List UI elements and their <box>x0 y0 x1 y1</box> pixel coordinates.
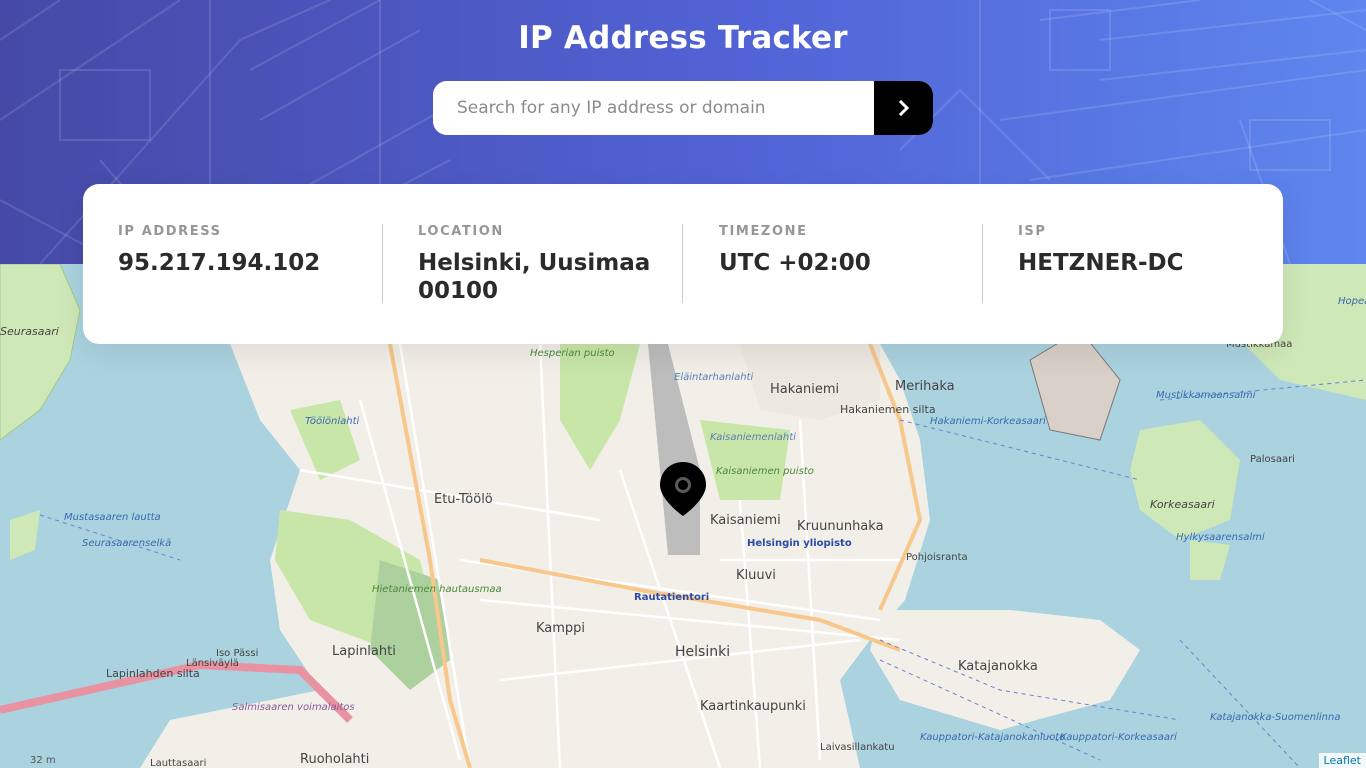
map-attribution[interactable]: Leaflet <box>1318 753 1366 768</box>
map-label: Helsingin yliopisto <box>747 538 852 549</box>
map-label: Töölönlahti <box>305 416 360 427</box>
ip-address-section: IP ADDRESS 95.217.194.102 <box>118 224 383 304</box>
map-label: Palosaari <box>1250 454 1295 465</box>
map-label: Pohjoisranta <box>906 552 968 563</box>
location-postal-code: 00100 <box>418 278 499 304</box>
map-label: Katajanokka-Suomenlinna <box>1210 712 1340 723</box>
map-label: Korkeasaari <box>1150 498 1215 511</box>
map-label: Rautatientori <box>634 592 709 603</box>
location-city: Helsinki, Uusimaa <box>418 250 651 276</box>
map-label: Kaisaniemenlahti <box>710 432 796 443</box>
map-label: Lapinlahti <box>332 644 396 659</box>
timezone-section: TIMEZONE UTC +02:00 <box>719 224 984 304</box>
search-input[interactable] <box>433 81 874 135</box>
timezone-value: UTC +02:00 <box>719 250 871 276</box>
map-label: Hesperian puisto <box>530 348 615 359</box>
map-label: Hakaniemen silta <box>840 403 936 416</box>
attribution-link[interactable]: Leaflet <box>1324 754 1361 767</box>
search-form <box>433 81 933 135</box>
map-label: Katajanokka <box>958 659 1038 674</box>
map-label: Helsinki <box>675 644 730 660</box>
location-value: Helsinki, Uusimaa 00100 <box>418 249 683 305</box>
map-label: Seurasaarenselkä <box>82 538 171 549</box>
map-label: Etu-Töölö <box>434 492 493 507</box>
map-label: Salmisaaren voimalaitos <box>232 702 355 713</box>
map-label: Iso Pässi <box>216 648 258 659</box>
location-section: LOCATION Helsinki, Uusimaa 00100 <box>418 224 683 304</box>
chevron-right-icon <box>898 100 909 116</box>
map-label: Kaartinkaupunki <box>700 699 806 714</box>
divider <box>382 224 383 303</box>
divider <box>982 224 983 303</box>
ip-address-value: 95.217.194.102 <box>118 250 321 276</box>
page-title: IP Address Tracker <box>518 20 848 56</box>
map-label: Eläintarhanlahti <box>674 372 753 383</box>
map-label: Hietaniemen hautausmaa <box>372 584 502 595</box>
map-label: Kauppatori-Korkeasaari <box>1060 732 1177 743</box>
map-label: Kamppi <box>536 621 585 636</box>
ip-address-label: IP ADDRESS <box>118 224 222 239</box>
map-label: Laivasillankatu <box>820 742 895 753</box>
map-label: Kaisaniemi <box>710 513 781 528</box>
isp-section: ISP HETZNER-DC <box>1018 224 1283 304</box>
map-label: Merihaka <box>895 379 955 394</box>
search-button[interactable] <box>874 81 933 135</box>
location-label: LOCATION <box>418 224 504 239</box>
map-label: Länsiväylä <box>186 658 239 669</box>
map-label: Kaisaniemen puisto <box>716 466 814 477</box>
map-label: Hakaniemi-Korkeasaari <box>930 416 1046 427</box>
map-label: Lauttasaari <box>150 758 206 768</box>
map-label: Kruununhaka <box>797 519 884 534</box>
map-label: Hylkysaarensalmi <box>1176 532 1265 543</box>
info-card: IP ADDRESS 95.217.194.102 LOCATION Helsi… <box>83 184 1283 344</box>
map-label: Ruoholahti <box>300 752 369 767</box>
map-label: Kluuvi <box>736 568 776 583</box>
map-label: Hopea <box>1338 296 1366 307</box>
map-label: Hakaniemi <box>770 382 839 397</box>
isp-value: HETZNER-DC <box>1018 250 1184 276</box>
map-label: Kauppatori-Katajanokanluoto <box>920 732 1065 743</box>
map-label: Mustasaaren lautta <box>64 512 161 523</box>
timezone-label: TIMEZONE <box>719 224 808 239</box>
divider <box>682 224 683 303</box>
map-label: Seurasaari <box>0 325 59 338</box>
map-scale-label: 32 m <box>30 755 56 766</box>
isp-label: ISP <box>1018 224 1047 239</box>
map-label: Mustikkamaansalmi <box>1156 390 1256 401</box>
